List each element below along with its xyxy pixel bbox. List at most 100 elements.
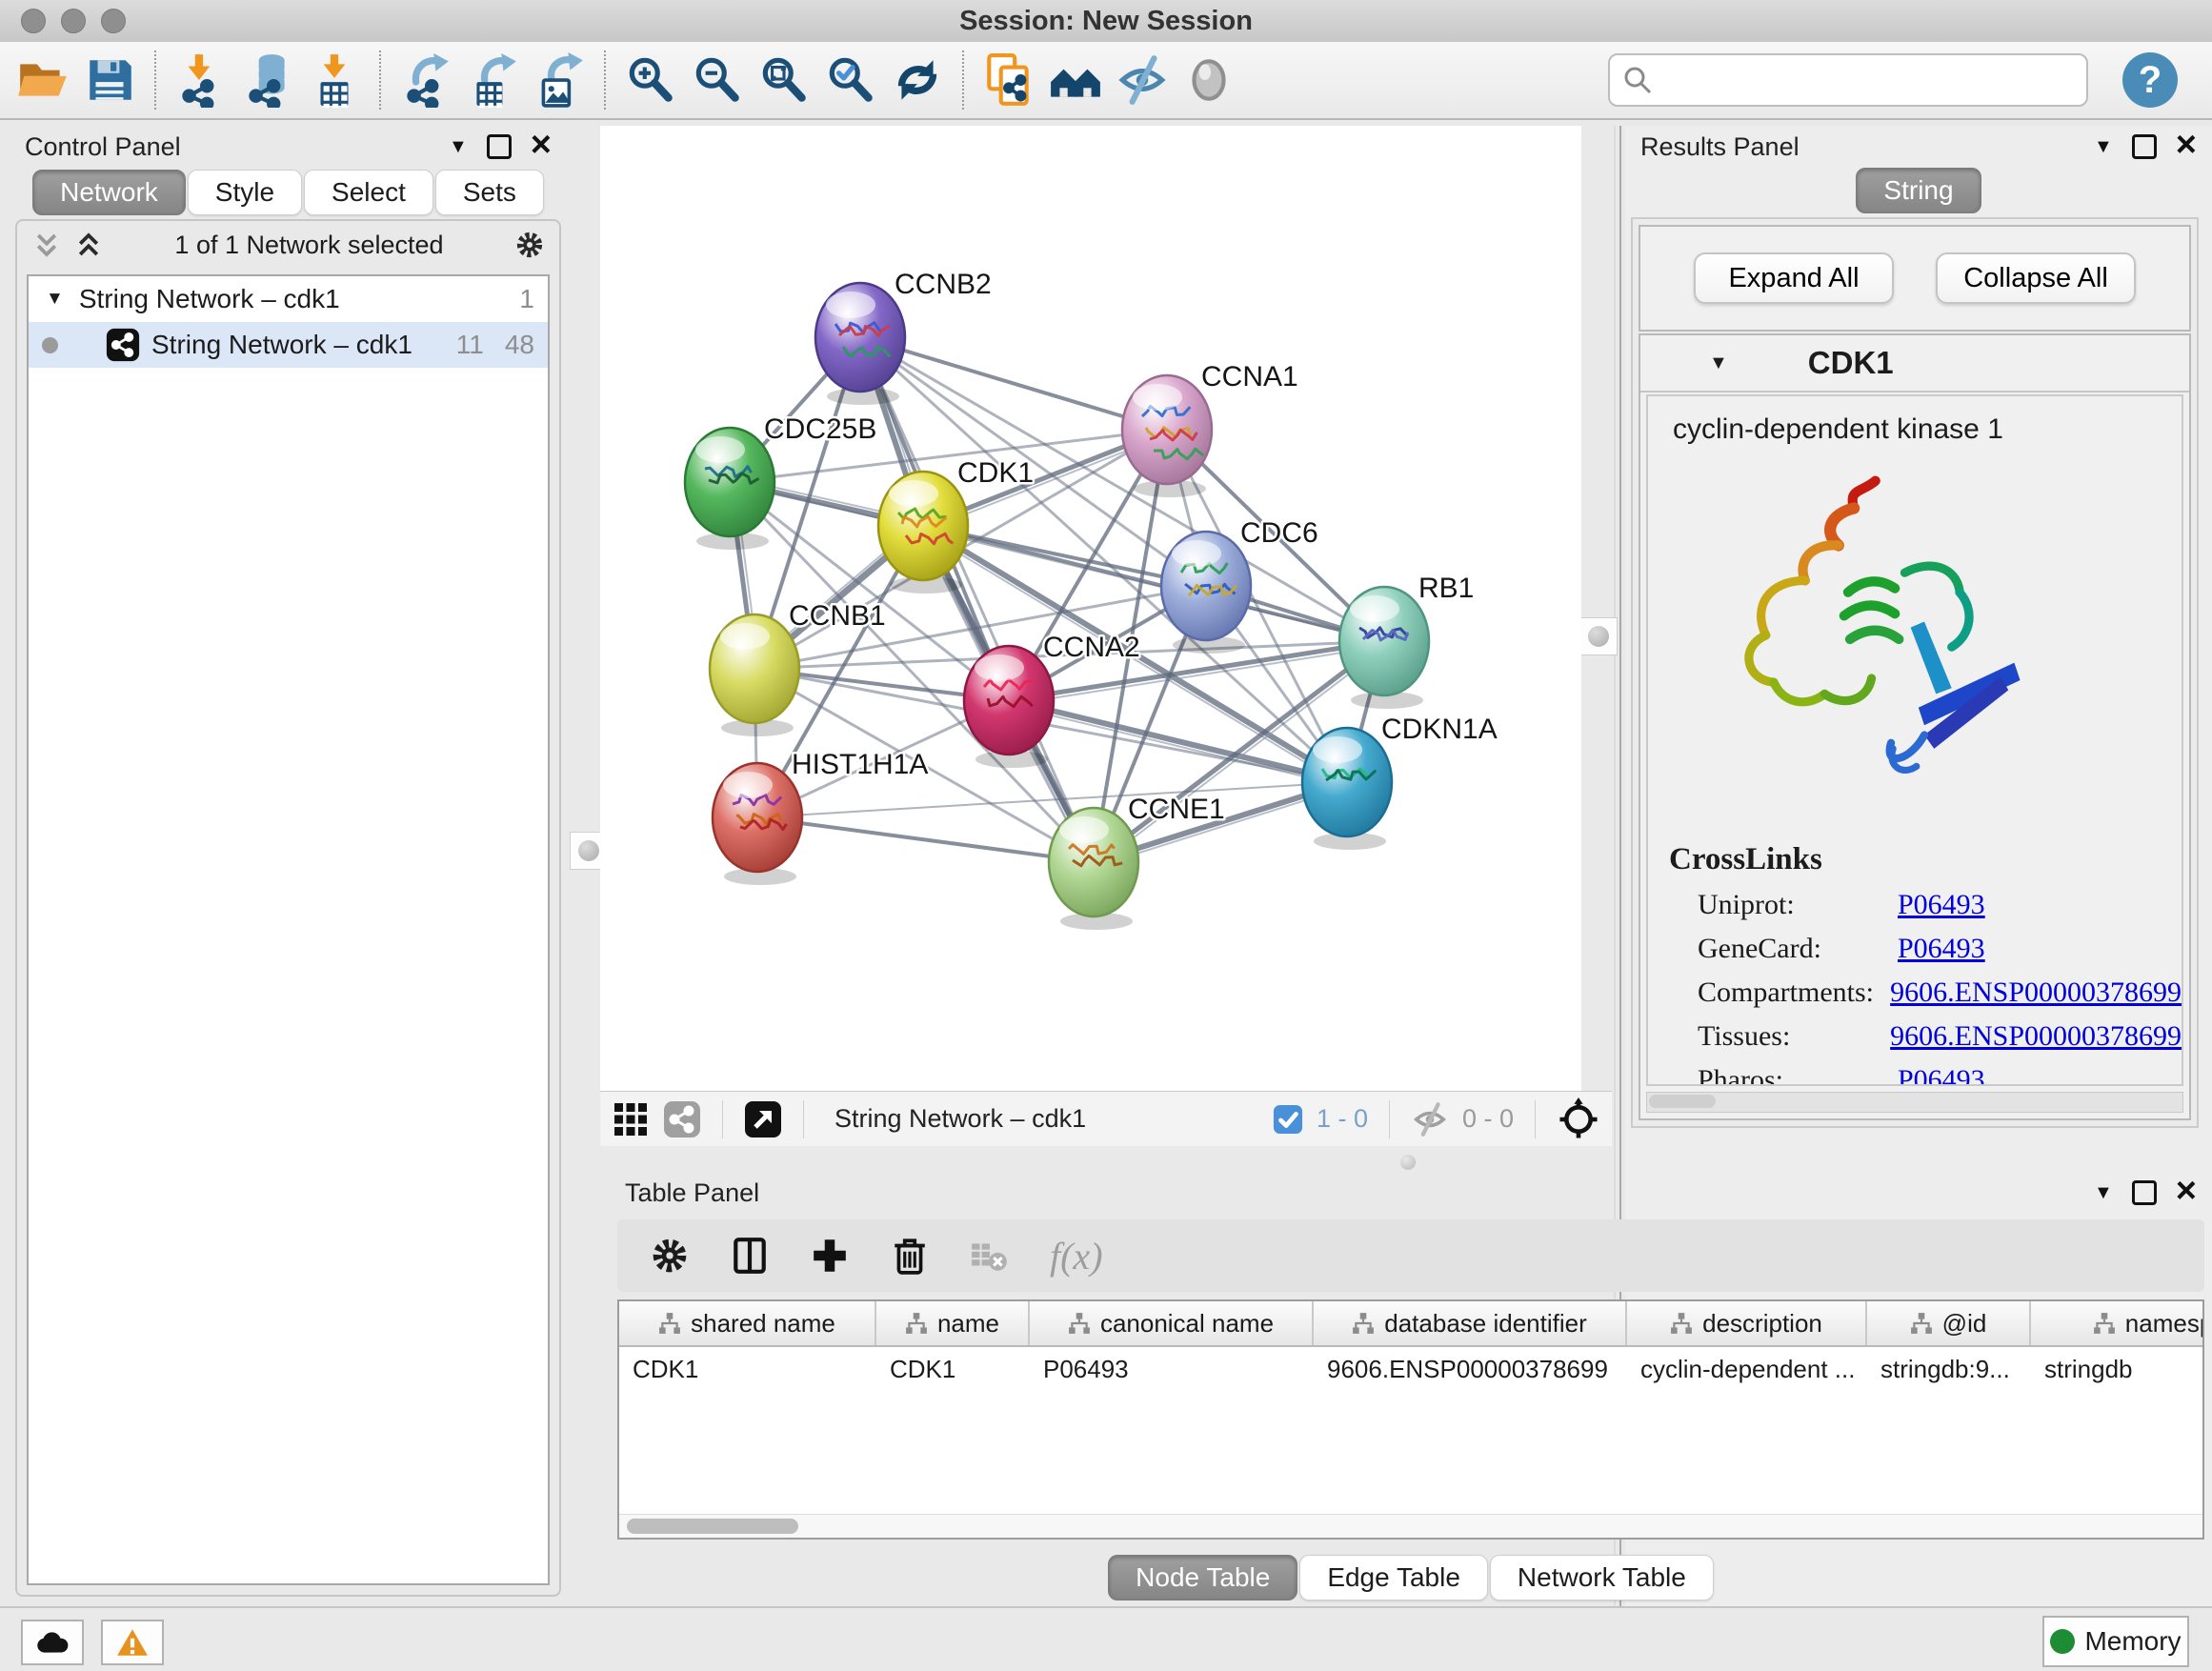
tab-network-table[interactable]: Network Table <box>1490 1555 1714 1601</box>
zoom-in-button[interactable] <box>621 50 680 110</box>
show-columns-button[interactable] <box>730 1233 775 1278</box>
network-node-label: CDKN1A <box>1381 714 1498 745</box>
cloud-button[interactable] <box>21 1620 84 1665</box>
column-header-description[interactable]: description <box>1627 1301 1867 1345</box>
open-session-button[interactable] <box>13 50 72 110</box>
network-node-ccna1[interactable] <box>1122 375 1212 497</box>
detach-view-icon[interactable] <box>744 1100 782 1138</box>
clone-network-button[interactable] <box>979 50 1038 110</box>
network-node-rb1[interactable] <box>1339 587 1429 709</box>
column-header-namespace[interactable]: namespace <box>2031 1301 2204 1345</box>
network-node-ccnb2[interactable] <box>815 283 905 405</box>
tab-style[interactable]: Style <box>188 170 302 215</box>
tab-select[interactable]: Select <box>304 170 433 215</box>
network-share-icon[interactable] <box>663 1100 701 1138</box>
export-image-button[interactable] <box>530 50 589 110</box>
network-node-ccne1[interactable] <box>1049 808 1138 930</box>
tab-node-table[interactable]: Node Table <box>1108 1555 1297 1601</box>
network-node-cdc25b[interactable] <box>685 428 774 550</box>
attribute-icon <box>905 1312 928 1335</box>
network-node-ccnb1[interactable] <box>710 614 799 736</box>
panel-float-icon[interactable] <box>2132 1180 2157 1205</box>
fit-selected-crosshair-icon[interactable] <box>1557 1097 1600 1141</box>
network-row[interactable]: String Network – cdk1 11 48 <box>29 322 548 368</box>
delete-column-button[interactable] <box>890 1233 935 1278</box>
table-hscrollbar[interactable] <box>619 1514 2202 1538</box>
table-row[interactable]: CDK1CDK1P064939606.ENSP00000378699cyclin… <box>619 1347 2202 1391</box>
column-header-canonical-name[interactable]: canonical name <box>1030 1301 1314 1345</box>
save-session-button[interactable] <box>80 50 139 110</box>
search-input[interactable] <box>1661 60 2086 100</box>
network-node-cdk1[interactable] <box>878 472 968 594</box>
gene-section-header[interactable]: ▼ CDK1 <box>1640 335 2189 393</box>
panel-close-icon[interactable]: × <box>2176 1173 2197 1209</box>
export-network-button[interactable] <box>396 50 455 110</box>
import-network-button[interactable] <box>171 50 231 110</box>
crosslink-row: Pharos:P06493 <box>1698 1064 2182 1086</box>
network-node-label: CCNA1 <box>1201 361 1298 393</box>
panel-close-icon[interactable]: × <box>2176 127 2197 163</box>
table-splitter-handle[interactable] <box>1400 1155 1416 1170</box>
search-field[interactable] <box>1608 53 2088 107</box>
tab-network[interactable]: Network <box>32 170 186 215</box>
crosslink-link[interactable]: P06493 <box>1898 889 1985 921</box>
panel-float-icon[interactable] <box>487 134 512 159</box>
right-splitter-handle[interactable] <box>1579 617 1618 655</box>
expand-all-icon[interactable] <box>74 231 103 259</box>
network-node-cdkn1a[interactable] <box>1302 728 1392 850</box>
crosslink-link[interactable]: P06493 <box>1898 933 1985 965</box>
table-settings-button[interactable] <box>650 1233 695 1278</box>
import-database-button[interactable] <box>238 50 297 110</box>
show-all-button[interactable] <box>1179 50 1238 110</box>
status-bar: Memory <box>0 1606 2212 1671</box>
crosslink-link[interactable]: 9606.ENSP00000378699 <box>1890 976 2182 1009</box>
table-cell: CDK1 <box>876 1355 1030 1384</box>
birdseye-grid-icon[interactable] <box>612 1100 650 1138</box>
tab-edge-table[interactable]: Edge Table <box>1299 1555 1488 1601</box>
panel-menu-icon[interactable]: ▼ <box>449 137 468 156</box>
network-edge[interactable] <box>757 817 1094 862</box>
panel-menu-icon[interactable]: ▼ <box>2094 1183 2113 1202</box>
network-node-ccna2[interactable] <box>964 646 1054 768</box>
expand-all-button[interactable]: Expand All <box>1694 252 1894 304</box>
column-header-@id[interactable]: @id <box>1867 1301 2031 1345</box>
gear-icon[interactable] <box>515 231 544 259</box>
add-column-button[interactable] <box>810 1233 855 1278</box>
tab-sets[interactable]: Sets <box>435 170 544 215</box>
memory-button[interactable]: Memory <box>2042 1616 2189 1667</box>
panel-float-icon[interactable] <box>2132 134 2157 159</box>
collapse-all-icon[interactable] <box>32 231 61 259</box>
network-view-canvas[interactable]: CCNB2CCNA1CDC25BCDK1CDC6RB1CCNB1CCNA2CDK… <box>600 126 1581 1091</box>
zoom-fit-button[interactable] <box>754 50 814 110</box>
column-header-shared-name[interactable]: shared name <box>619 1301 876 1345</box>
network-edge[interactable] <box>860 337 1167 430</box>
results-hscrollbar[interactable] <box>1646 1092 2183 1113</box>
selected-checkbox-icon[interactable] <box>1273 1104 1303 1135</box>
network-collection-row[interactable]: ▼ String Network – cdk1 1 <box>29 276 548 322</box>
help-button[interactable]: ? <box>2122 52 2178 108</box>
crosslink-link[interactable]: 9606.ENSP00000378699 <box>1890 1020 2182 1053</box>
tab-string[interactable]: String <box>1856 168 1981 213</box>
crosslink-link[interactable]: P06493 <box>1898 1064 1985 1086</box>
tree-collapse-icon[interactable]: ▼ <box>46 289 64 310</box>
export-table-button[interactable] <box>463 50 522 110</box>
zoom-selected-button[interactable] <box>821 50 880 110</box>
column-header-name[interactable]: name <box>876 1301 1030 1345</box>
attribute-icon <box>2093 1312 2116 1335</box>
import-table-button[interactable] <box>305 50 364 110</box>
column-header-database-identifier[interactable]: database identifier <box>1314 1301 1627 1345</box>
panel-menu-icon[interactable]: ▼ <box>2094 137 2113 156</box>
collapse-all-button[interactable]: Collapse All <box>1936 252 2136 304</box>
import-table-icon <box>307 52 362 108</box>
panel-close-icon[interactable]: × <box>531 127 552 163</box>
hidden-eye-icon[interactable] <box>1411 1100 1449 1138</box>
section-collapse-icon[interactable]: ▼ <box>1709 352 1728 374</box>
hide-selected-button[interactable] <box>1113 50 1172 110</box>
refresh-view-button[interactable] <box>888 50 947 110</box>
network-edge[interactable] <box>860 337 1094 862</box>
network-node-cdc6[interactable] <box>1161 532 1251 654</box>
warnings-button[interactable] <box>101 1620 164 1665</box>
zoom-out-button[interactable] <box>688 50 747 110</box>
network-node-hist1h1a[interactable] <box>713 763 802 885</box>
first-neighbors-button[interactable] <box>1046 50 1105 110</box>
